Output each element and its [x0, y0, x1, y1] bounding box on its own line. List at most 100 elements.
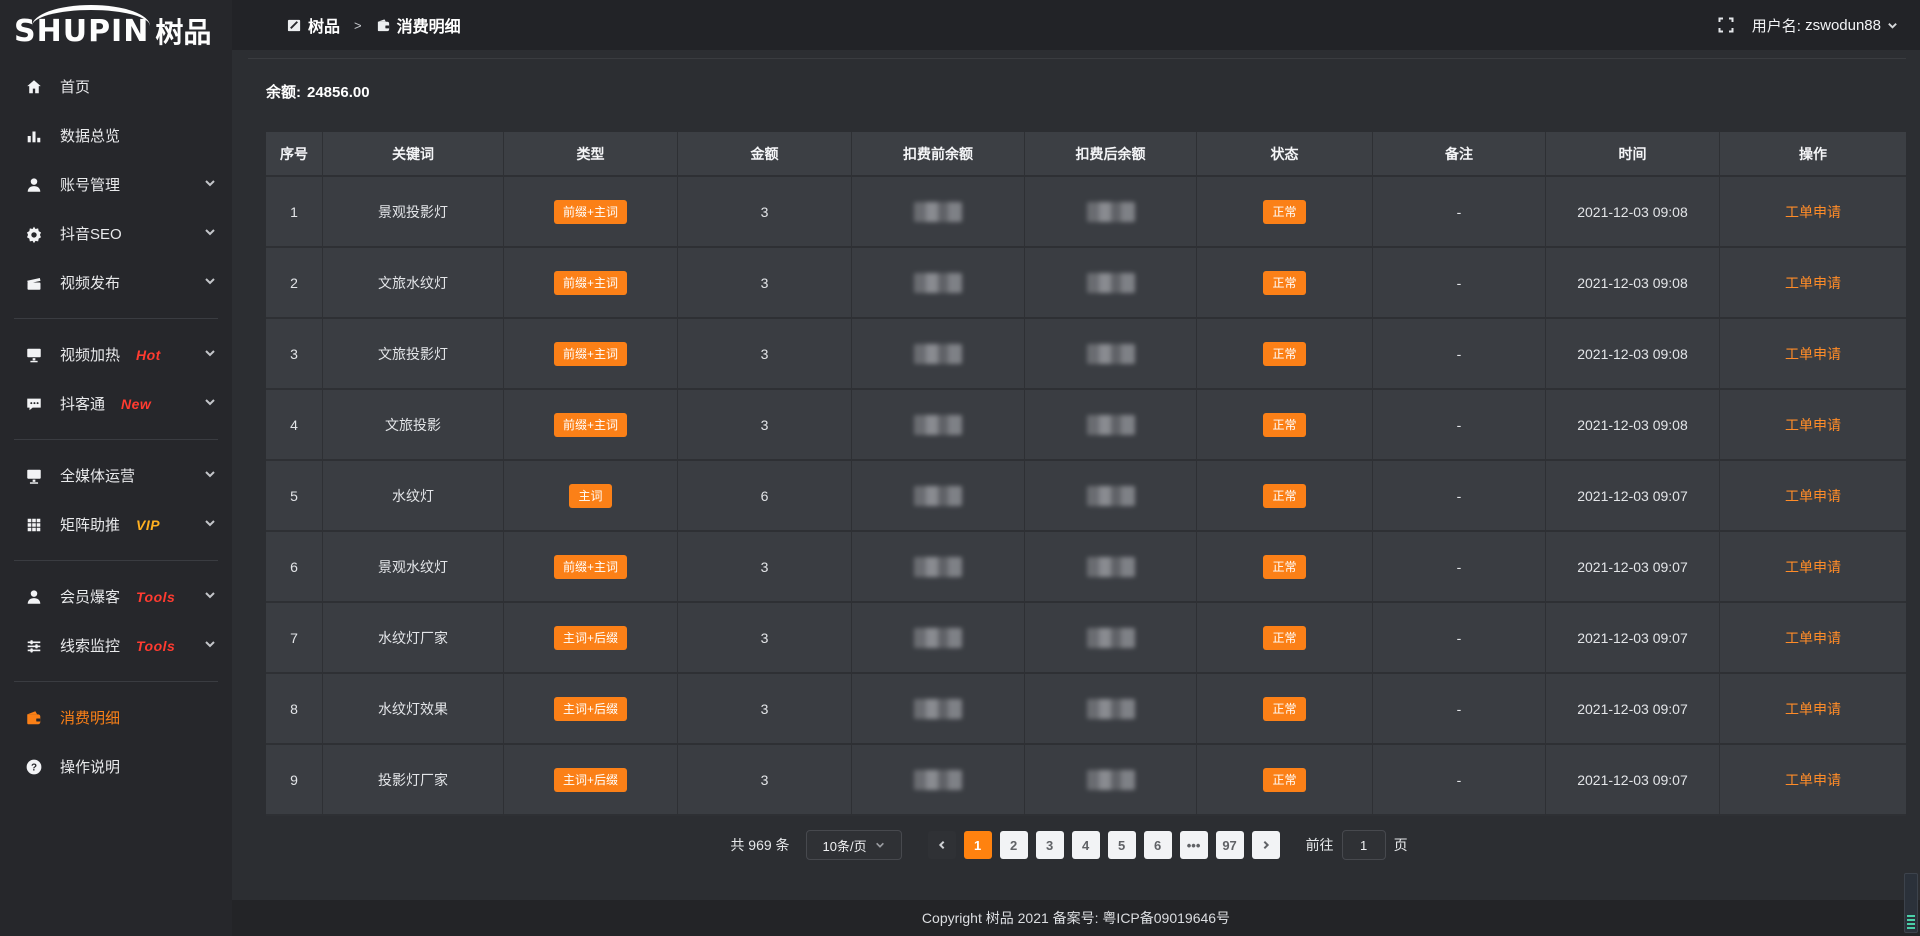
- amount-cell: 3: [678, 674, 852, 743]
- fullscreen-icon[interactable]: [1718, 17, 1734, 33]
- column-header: 状态: [1197, 132, 1373, 175]
- ticket-apply-link[interactable]: 工单申请: [1785, 770, 1841, 790]
- ticket-apply-link[interactable]: 工单申请: [1785, 699, 1841, 719]
- ticket-apply-link[interactable]: 工单申请: [1785, 273, 1841, 293]
- goto-page-input[interactable]: 1: [1342, 830, 1386, 860]
- next-page-button[interactable]: [1252, 831, 1280, 859]
- status-cell: 正常: [1197, 745, 1373, 814]
- sidebar-item-screen-heat[interactable]: 视频加热Hot: [0, 330, 232, 379]
- topbar-right: 用户名: zswodun88: [1718, 15, 1898, 36]
- column-header: 序号: [266, 132, 323, 175]
- balance-label: 余额:: [266, 84, 301, 101]
- page-size-value: 10条/页: [823, 836, 867, 855]
- breadcrumb-home[interactable]: 树品: [308, 13, 340, 37]
- balance-after-cell: [1025, 177, 1197, 246]
- status-badge: 正常: [1263, 484, 1305, 508]
- sidebar-item-chat[interactable]: 抖客通New: [0, 379, 232, 428]
- sidebar-item-sliders[interactable]: 线索监控Tools: [0, 621, 232, 670]
- balance-before-cell: [852, 248, 1025, 317]
- floating-widget[interactable]: [1904, 873, 1918, 933]
- status-badge: 正常: [1263, 768, 1305, 792]
- home-icon: [24, 77, 44, 97]
- balance-before-cell: [852, 745, 1025, 814]
- row-index: 4: [266, 390, 323, 459]
- sidebar-item-tag: New: [121, 396, 151, 412]
- page-number-button[interactable]: 5: [1108, 831, 1136, 859]
- page-number-button[interactable]: 1: [964, 831, 992, 859]
- ticket-apply-link[interactable]: 工单申请: [1785, 415, 1841, 435]
- sidebar-item-label: 消费明细: [60, 707, 120, 728]
- page-number-button[interactable]: 3: [1036, 831, 1064, 859]
- redacted-balance-after: [1087, 699, 1135, 719]
- balance-before-cell: [852, 461, 1025, 530]
- page-number-button[interactable]: 4: [1072, 831, 1100, 859]
- balance-after-cell: [1025, 674, 1197, 743]
- redacted-balance-before: [914, 699, 962, 719]
- ticket-apply-link[interactable]: 工单申请: [1785, 628, 1841, 648]
- sidebar-item-monitor[interactable]: 全媒体运营: [0, 451, 232, 500]
- action-cell: 工单申请: [1720, 603, 1906, 672]
- sidebar-item-home[interactable]: 首页: [0, 62, 232, 111]
- type-badge: 主词+后缀: [554, 697, 627, 721]
- sidebar-item-wallet[interactable]: 消费明细: [0, 693, 232, 742]
- ticket-apply-link[interactable]: 工单申请: [1785, 557, 1841, 577]
- redacted-balance-after: [1087, 415, 1135, 435]
- sidebar-item-label: 视频加热: [60, 344, 120, 365]
- type-cell: 主词+后缀: [504, 674, 678, 743]
- type-cell: 前缀+主词: [504, 248, 678, 317]
- sidebar-item-bar-chart[interactable]: 数据总览: [0, 111, 232, 160]
- amount-cell: 3: [678, 319, 852, 388]
- question-icon: ?: [24, 757, 44, 777]
- sidebar-item-user[interactable]: 账号管理: [0, 160, 232, 209]
- time-cell: 2021-12-03 09:07: [1546, 461, 1720, 530]
- keyword-cell: 水纹灯厂家: [323, 603, 504, 672]
- top-header: 树品 > 消费明细 用户名: zswodun88: [232, 0, 1920, 50]
- sidebar-item-gear[interactable]: 抖音SEO: [0, 209, 232, 258]
- remark-cell: -: [1373, 532, 1546, 601]
- sidebar-item-grid[interactable]: 矩阵助推VIP: [0, 500, 232, 549]
- keyword-cell: 文旅水纹灯: [323, 248, 504, 317]
- sidebar-item-label: 首页: [60, 76, 90, 97]
- row-index: 5: [266, 461, 323, 530]
- redacted-balance-after: [1087, 273, 1135, 293]
- sidebar-item-label: 视频发布: [60, 272, 120, 293]
- prev-page-button[interactable]: [928, 831, 956, 859]
- balance-after-cell: [1025, 390, 1197, 459]
- type-cell: 主词: [504, 461, 678, 530]
- svg-text:?: ?: [31, 762, 37, 773]
- ticket-apply-link[interactable]: 工单申请: [1785, 486, 1841, 506]
- page-number-button[interactable]: 6: [1144, 831, 1172, 859]
- ticket-apply-link[interactable]: 工单申请: [1785, 202, 1841, 222]
- chevron-down-icon: [204, 395, 216, 412]
- page-ellipsis-button[interactable]: •••: [1180, 831, 1208, 859]
- balance-after-cell: [1025, 248, 1197, 317]
- sidebar-divider: [14, 681, 218, 682]
- sidebar-item-label: 全媒体运营: [60, 465, 135, 486]
- ticket-apply-link[interactable]: 工单申请: [1785, 344, 1841, 364]
- type-badge: 主词: [569, 484, 611, 508]
- footer: Copyright 树品 2021 备案号: 粤ICP备09019646号: [232, 900, 1920, 936]
- logo-text-en: SHUPIN: [14, 14, 149, 49]
- redacted-balance-after: [1087, 557, 1135, 577]
- username-value[interactable]: zswodun88: [1805, 17, 1881, 34]
- type-badge: 前缀+主词: [554, 271, 627, 295]
- sidebar-item-video-upload[interactable]: 视频发布: [0, 258, 232, 307]
- breadcrumb-separator: >: [354, 18, 362, 33]
- wallet-icon: [376, 18, 391, 33]
- page-size-select[interactable]: 10条/页: [806, 830, 902, 860]
- remark-cell: -: [1373, 248, 1546, 317]
- page-number-button[interactable]: 2: [1000, 831, 1028, 859]
- status-badge: 正常: [1263, 200, 1305, 224]
- sidebar-item-member[interactable]: 会员爆客Tools: [0, 572, 232, 621]
- sidebar-item-label: 会员爆客: [60, 586, 120, 607]
- type-cell: 主词+后缀: [504, 745, 678, 814]
- time-cell: 2021-12-03 09:07: [1546, 532, 1720, 601]
- chevron-down-icon[interactable]: [1887, 20, 1898, 31]
- table-row: 8水纹灯效果主词+后缀3正常-2021-12-03 09:07工单申请: [266, 674, 1906, 745]
- sidebar-item-question[interactable]: ?操作说明: [0, 742, 232, 791]
- balance-after-cell: [1025, 532, 1197, 601]
- balance-before-cell: [852, 319, 1025, 388]
- page-number-button[interactable]: 97: [1216, 831, 1244, 859]
- action-cell: 工单申请: [1720, 532, 1906, 601]
- time-cell: 2021-12-03 09:08: [1546, 390, 1720, 459]
